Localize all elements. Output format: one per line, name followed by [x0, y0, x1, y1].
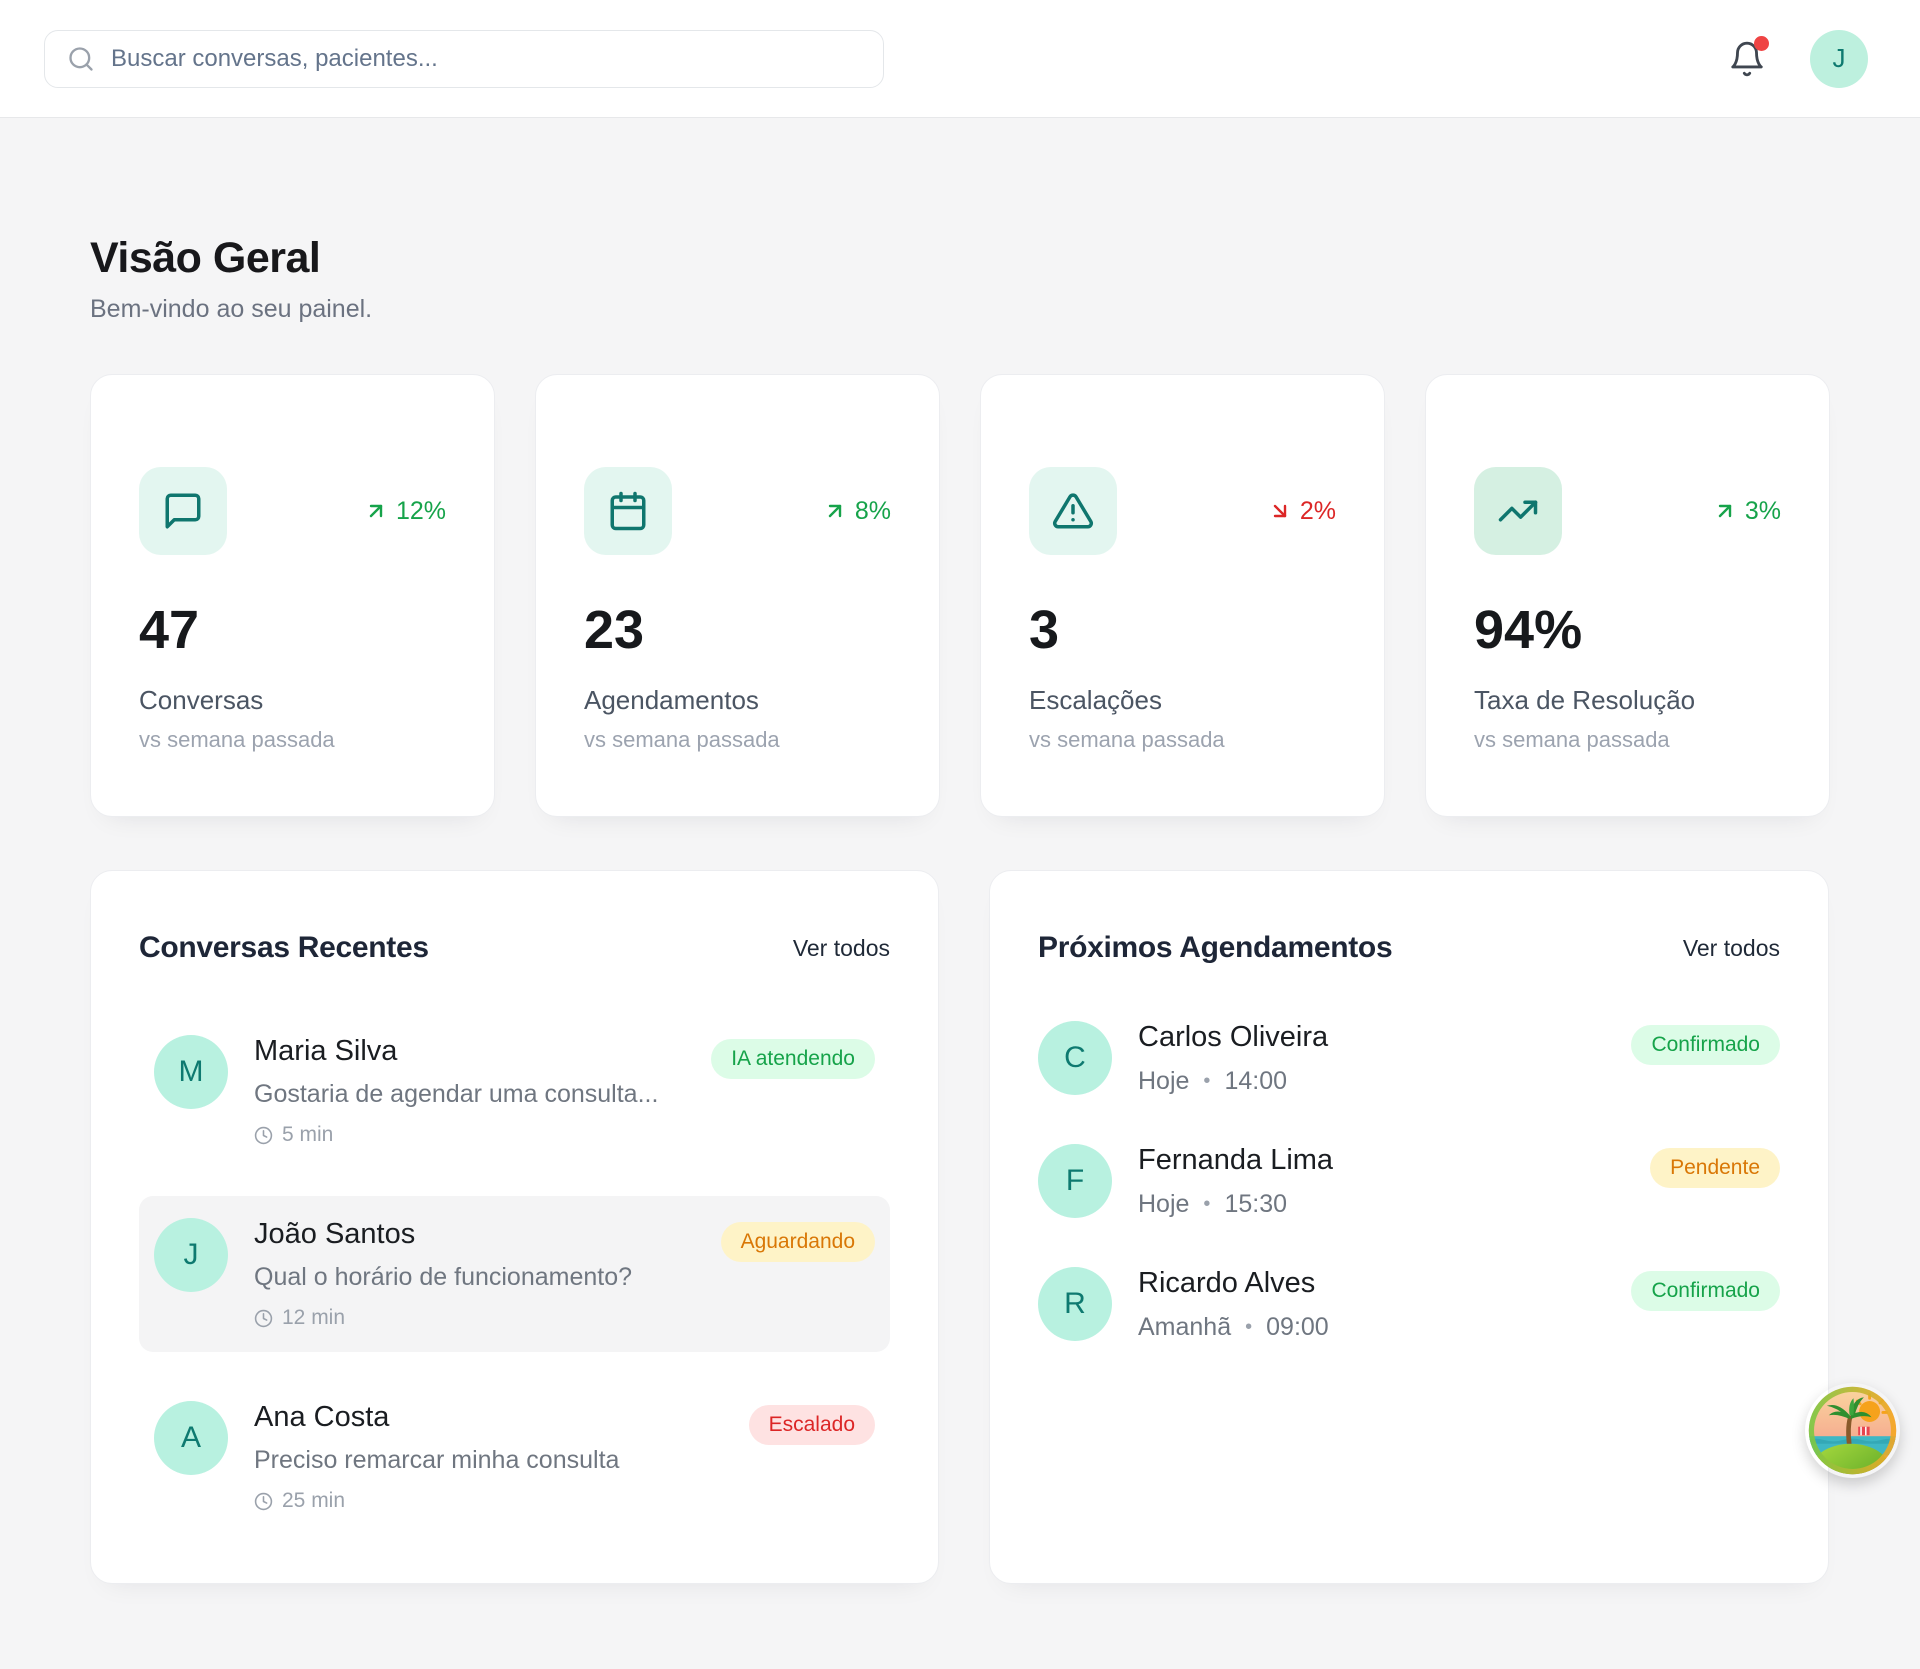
- chat-bubble-icon: [139, 467, 227, 555]
- appointment-row-ricardo[interactable]: R Ricardo Alves Amanhã • 09:00 Confirmad…: [1038, 1267, 1780, 1342]
- trending-up-icon: [1474, 467, 1562, 555]
- trend-indicator: 3%: [1713, 497, 1781, 526]
- patient-name: Ricardo Alves: [1138, 1267, 1605, 1300]
- stat-value: 23: [584, 599, 891, 661]
- contact-name: Maria Silva: [254, 1035, 685, 1068]
- notification-dot: [1754, 36, 1769, 51]
- avatar: C: [1038, 1021, 1112, 1095]
- status-badge: Confirmado: [1631, 1271, 1780, 1311]
- last-message: Qual o horário de funcionamento?: [254, 1263, 695, 1292]
- dot-separator: •: [1203, 1193, 1210, 1216]
- clock-icon: [254, 1492, 273, 1511]
- appointment-day: Hoje: [1138, 1190, 1189, 1219]
- arrow-up-right-icon: [823, 499, 847, 523]
- last-message: Preciso remarcar minha consulta: [254, 1446, 723, 1475]
- stat-sublabel: vs semana passada: [584, 727, 891, 753]
- dot-separator: •: [1245, 1316, 1252, 1339]
- search-input[interactable]: [111, 45, 861, 73]
- trend-value: 2%: [1300, 497, 1336, 526]
- time-ago: 25 min: [282, 1489, 345, 1513]
- stat-sublabel: vs semana passada: [1474, 727, 1781, 753]
- stat-sublabel: vs semana passada: [139, 727, 446, 753]
- trend-value: 12%: [396, 497, 446, 526]
- conversations-see-all-link[interactable]: Ver todos: [793, 935, 890, 962]
- dot-separator: •: [1203, 1070, 1210, 1093]
- appointment-time: 09:00: [1266, 1313, 1329, 1342]
- conversations-list: M Maria Silva Gostaria de agendar uma co…: [139, 1013, 890, 1535]
- stat-label: Taxa de Resolução: [1474, 685, 1781, 716]
- arrow-up-right-icon: [364, 499, 388, 523]
- stat-value: 47: [139, 599, 446, 661]
- stat-value: 3: [1029, 599, 1336, 661]
- trend-indicator: 12%: [364, 497, 446, 526]
- trend-indicator: 8%: [823, 497, 891, 526]
- trend-value: 3%: [1745, 497, 1781, 526]
- appointment-day: Amanhã: [1138, 1313, 1231, 1342]
- status-badge: IA atendendo: [711, 1039, 875, 1079]
- status-badge: Pendente: [1650, 1148, 1780, 1188]
- arrow-up-right-icon: [1713, 499, 1737, 523]
- main-content: Visão Geral Bem-vindo ao seu painel. 12%…: [0, 234, 1920, 1584]
- conversation-row-joao[interactable]: J João Santos Qual o horário de funciona…: [139, 1196, 890, 1352]
- alert-triangle-icon: [1029, 467, 1117, 555]
- time-ago: 5 min: [282, 1123, 333, 1147]
- last-message: Gostaria de agendar uma consulta...: [254, 1080, 685, 1109]
- status-badge: Confirmado: [1631, 1025, 1780, 1065]
- appointments-title: Próximos Agendamentos: [1038, 931, 1392, 965]
- arrow-down-right-icon: [1268, 499, 1292, 523]
- contact-name: João Santos: [254, 1218, 695, 1251]
- stat-card-agendamentos: 8% 23 Agendamentos vs semana passada: [535, 374, 940, 817]
- search-box[interactable]: [44, 30, 884, 88]
- appointment-row-fernanda[interactable]: F Fernanda Lima Hoje • 15:30 Pendente: [1038, 1144, 1780, 1219]
- appointment-time: 15:30: [1224, 1190, 1287, 1219]
- notifications-button[interactable]: [1728, 40, 1766, 78]
- upcoming-appointments-panel: Próximos Agendamentos Ver todos C Carlos…: [989, 870, 1829, 1584]
- stat-label: Escalações: [1029, 685, 1336, 716]
- avatar: M: [154, 1035, 228, 1109]
- user-avatar[interactable]: J: [1810, 30, 1868, 88]
- conversation-row-maria[interactable]: M Maria Silva Gostaria de agendar uma co…: [139, 1013, 890, 1169]
- avatar: F: [1038, 1144, 1112, 1218]
- conversation-row-ana[interactable]: A Ana Costa Preciso remarcar minha consu…: [139, 1379, 890, 1535]
- topbar: J: [0, 0, 1920, 118]
- stat-label: Conversas: [139, 685, 446, 716]
- status-badge: Aguardando: [721, 1222, 875, 1262]
- patient-name: Fernanda Lima: [1138, 1144, 1624, 1177]
- time-ago: 12 min: [282, 1306, 345, 1330]
- patient-name: Carlos Oliveira: [1138, 1021, 1605, 1054]
- avatar: A: [154, 1401, 228, 1475]
- island-sticker-button[interactable]: [1805, 1383, 1900, 1478]
- stat-card-conversas: 12% 47 Conversas vs semana passada: [90, 374, 495, 817]
- stats-row: 12% 47 Conversas vs semana passada 8% 23…: [90, 374, 1830, 817]
- page-title: Visão Geral: [90, 234, 1830, 283]
- appointment-time: 14:00: [1224, 1067, 1287, 1096]
- stat-value: 94%: [1474, 599, 1781, 661]
- clock-icon: [254, 1309, 273, 1328]
- appointment-day: Hoje: [1138, 1067, 1189, 1096]
- clock-icon: [254, 1126, 273, 1145]
- avatar: J: [154, 1218, 228, 1292]
- trend-indicator: 2%: [1268, 497, 1336, 526]
- avatar: R: [1038, 1267, 1112, 1341]
- appointment-row-carlos[interactable]: C Carlos Oliveira Hoje • 14:00 Confirmad…: [1038, 1021, 1780, 1096]
- stat-card-escalacoes: 2% 3 Escalações vs semana passada: [980, 374, 1385, 817]
- appointments-list: C Carlos Oliveira Hoje • 14:00 Confirmad…: [1038, 1021, 1780, 1342]
- stat-sublabel: vs semana passada: [1029, 727, 1336, 753]
- page-subtitle: Bem-vindo ao seu painel.: [90, 295, 1830, 324]
- calendar-icon: [584, 467, 672, 555]
- trend-value: 8%: [855, 497, 891, 526]
- appointments-see-all-link[interactable]: Ver todos: [1683, 935, 1780, 962]
- contact-name: Ana Costa: [254, 1401, 723, 1434]
- stat-card-taxa-resolucao: 3% 94% Taxa de Resolução vs semana passa…: [1425, 374, 1830, 817]
- panels-row: Conversas Recentes Ver todos M Maria Sil…: [90, 870, 1830, 1584]
- conversations-title: Conversas Recentes: [139, 931, 429, 965]
- recent-conversations-panel: Conversas Recentes Ver todos M Maria Sil…: [90, 870, 939, 1584]
- search-icon: [67, 45, 95, 73]
- status-badge: Escalado: [749, 1405, 875, 1445]
- stat-label: Agendamentos: [584, 685, 891, 716]
